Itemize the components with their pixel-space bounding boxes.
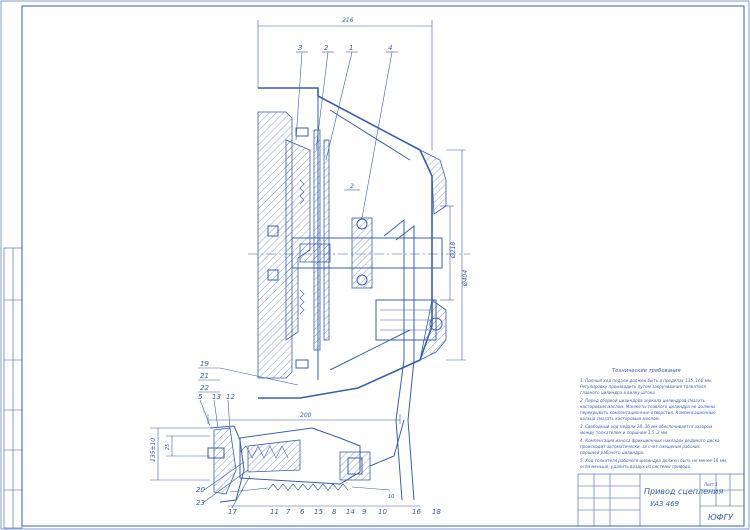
notes-line-5: перекрывать компенсационные отверстия. К…	[580, 410, 716, 415]
clutch-drive-drawing: 216 Ø218 Ø404 2 3 2 1 4 19 21 22 200 135…	[0, 0, 750, 530]
callout-4: 4	[388, 44, 392, 52]
callout-9: 9	[362, 508, 367, 516]
title-block-org: ЮФГУ	[708, 513, 734, 522]
dim-pedal-small: 25	[165, 444, 171, 450]
notes-line-1: Регулировку производить путем закручиван…	[580, 384, 706, 389]
notes-line-3: 2. Перед сборкой цилиндров зеркала цилин…	[580, 398, 706, 403]
callout-21: 21	[200, 372, 209, 380]
callout-20: 20	[196, 486, 205, 494]
notes-line-9: 4. Компенсация износа фрикционных наклад…	[580, 438, 720, 443]
notes-line-6: кольца смазать касторовым маслом.	[580, 416, 660, 421]
pedal-assembly	[150, 414, 420, 507]
callout-10: 10	[378, 508, 387, 516]
notes-line-0: 1. Полный ход педали должен быть в преде…	[580, 378, 712, 383]
notes-line-8: между толкателем и поршнем 1,5..2 мм.	[580, 430, 668, 435]
callout-17: 17	[228, 508, 237, 516]
notes-line-12: 5. Ход толкателя рабочего цилиндра долже…	[580, 458, 727, 463]
dim-pedal-free: 10	[388, 494, 394, 500]
dim-gap: 2	[350, 183, 354, 190]
callout-15: 15	[314, 508, 323, 516]
callout-2: 2	[324, 44, 329, 52]
notes-line-2: главного цилиндра в вилку штока.	[580, 390, 656, 395]
dim-pedal-stroke: 135±10	[150, 438, 157, 462]
dim-diameter-inner: Ø218	[450, 242, 457, 259]
callout-19: 19	[200, 360, 209, 368]
callout-13: 13	[212, 393, 221, 401]
technical-requirements: Технические требования 1. Полный ход пед…	[580, 368, 727, 469]
callout-14: 14	[346, 508, 355, 516]
callout-23: 23	[196, 499, 205, 507]
callout-22: 22	[200, 384, 209, 392]
callout-11: 11	[270, 508, 279, 516]
callout-12: 12	[226, 393, 235, 401]
callout-6: 6	[300, 508, 305, 516]
callout-8: 8	[332, 508, 337, 516]
dim-pedal-length: 200	[300, 412, 312, 419]
notes-line-10: происходит автоматически, за счет смещен…	[580, 444, 701, 449]
callout-18: 18	[432, 508, 441, 516]
notes-line-11: поршней рабочего цилиндра.	[580, 450, 644, 455]
callout-7: 7	[286, 508, 291, 516]
dim-diameter-outer: Ø404	[462, 270, 469, 287]
title-block-model: УАЗ 469	[650, 500, 680, 508]
callout-5: 5	[198, 393, 203, 401]
callout-1: 1	[349, 44, 353, 52]
dim-top-width: 216	[342, 17, 354, 24]
clutch-assembly	[248, 87, 470, 501]
left-margin-stamp	[3, 247, 23, 529]
notes-line-13: если меньше, удалить воздух из системы п…	[580, 464, 691, 469]
callout-3: 3	[298, 44, 302, 52]
title-block-sheet: Лист 1	[703, 482, 718, 487]
notes-title: Технические требования	[612, 368, 681, 374]
notes-line-4: касторовым маслом. Манжеты главного цили…	[580, 404, 716, 409]
callout-16: 16	[412, 508, 421, 516]
notes-line-7: 3. Свободный ход педали 28..36 мм обеспе…	[580, 424, 712, 429]
title-block-name: Привод сцепления	[644, 487, 723, 496]
